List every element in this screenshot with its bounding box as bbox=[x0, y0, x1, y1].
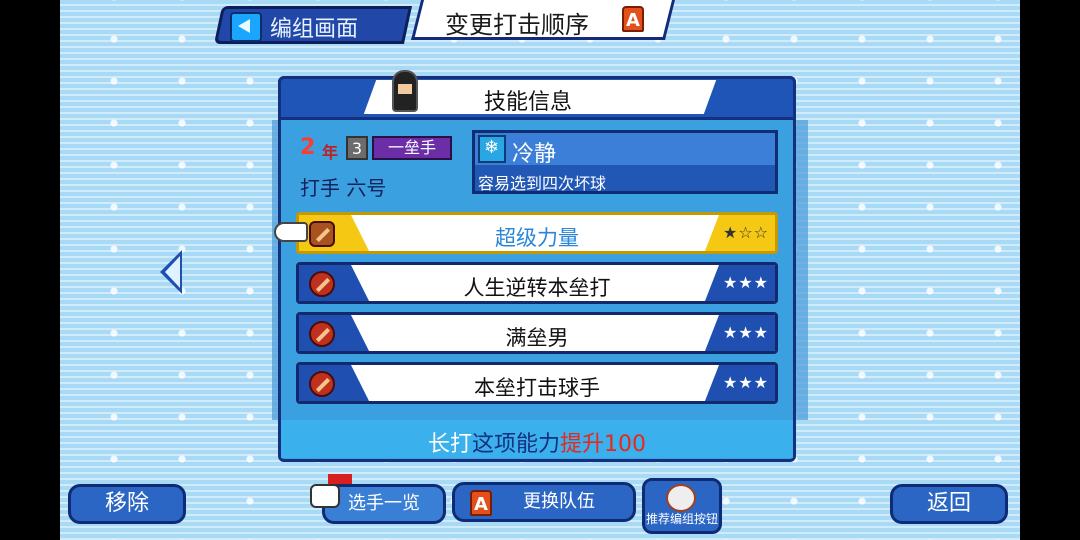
back-button[interactable]: 返回 bbox=[890, 484, 1008, 524]
a-badge-icon: A bbox=[470, 490, 492, 516]
ability-stars: ★★★ bbox=[722, 323, 769, 342]
ability-row[interactable]: 满垒男 ★★★ bbox=[296, 312, 778, 354]
page-title: 变更打击顺序 bbox=[445, 11, 589, 39]
prev-page-arrow-icon[interactable] bbox=[160, 250, 182, 294]
remove-button[interactable]: 移除 bbox=[68, 484, 186, 524]
list-edge-right bbox=[794, 120, 808, 420]
ability-effect-middle: 这项能力 bbox=[472, 432, 561, 457]
recommend-lineup-label: 推荐编组按钮 bbox=[645, 512, 718, 526]
snowflake-icon bbox=[478, 135, 506, 163]
ability-stars: ★☆☆ bbox=[722, 223, 769, 242]
ability-row[interactable]: 超级力量 ★☆☆ bbox=[296, 212, 778, 254]
ability-label: 满垒男 bbox=[505, 326, 569, 350]
ability-effect-stat: 长打 bbox=[427, 432, 472, 457]
special-skill-description: 容易选到四次坏球 bbox=[478, 174, 607, 193]
player-list-button[interactable]: 选手一览 bbox=[322, 484, 446, 524]
ability-row[interactable]: 本垒打击球手 ★★★ bbox=[296, 362, 778, 404]
bat-icon bbox=[309, 371, 335, 397]
bat-icon bbox=[309, 271, 335, 297]
ability-stars: ★★★ bbox=[722, 273, 769, 292]
back-arrow-icon bbox=[230, 12, 262, 42]
player-name: 打手 六号 bbox=[300, 176, 387, 200]
ability-stars: ★★★ bbox=[722, 373, 769, 392]
special-skill-name: 冷静 bbox=[512, 142, 557, 167]
ability-row[interactable]: 人生逆转本垒打 ★★★ bbox=[296, 262, 778, 304]
ability-effect-text: 长打这项能力提升100 bbox=[281, 426, 793, 458]
ability-effect-bar: 长打这项能力提升100 bbox=[281, 420, 793, 458]
player-grade-number: 2 bbox=[300, 135, 316, 160]
change-team-label: 更换队伍 bbox=[523, 491, 595, 512]
edit-screen-label: 编组画面 bbox=[270, 17, 359, 42]
pointer-hand-icon bbox=[274, 222, 308, 242]
player-avatar bbox=[392, 70, 418, 112]
player-position-badge: 一垒手 bbox=[372, 136, 452, 160]
player-level-badge: 3 bbox=[346, 136, 368, 160]
glove-icon bbox=[310, 484, 340, 508]
ability-label: 超级力量 bbox=[495, 226, 579, 250]
glove-power-icon bbox=[309, 221, 335, 247]
game-background: 编组画面 变更打击顺序 A 技能信息 2 年 3 一垒手 打手 六号 冷静 容易… bbox=[60, 0, 1020, 540]
a-badge-icon: A bbox=[622, 6, 644, 32]
player-grade-unit: 年 bbox=[322, 143, 339, 162]
ability-effect-value: 提升100 bbox=[560, 432, 647, 457]
ability-label: 本垒打击球手 bbox=[474, 376, 600, 400]
bat-icon bbox=[309, 321, 335, 347]
baseball-bat-icon bbox=[666, 484, 696, 512]
skill-info-title: 技能信息 bbox=[484, 90, 573, 115]
ability-label: 人生逆转本垒打 bbox=[463, 276, 611, 300]
